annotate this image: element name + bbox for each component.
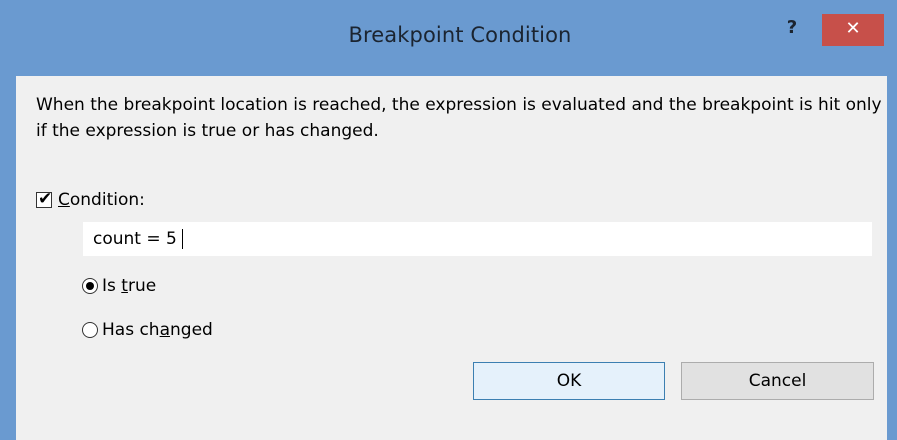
title-bar: Breakpoint Condition ? ✕: [0, 0, 897, 84]
close-button[interactable]: ✕: [822, 14, 884, 46]
has-changed-radio[interactable]: Has changed: [82, 319, 213, 341]
condition-label: Condition:: [58, 190, 145, 210]
condition-checkbox[interactable]: ✔ Condition:: [36, 189, 145, 211]
breakpoint-condition-dialog: Breakpoint Condition ? ✕ When the breakp…: [0, 0, 897, 440]
checkbox-box[interactable]: ✔: [36, 189, 53, 209]
close-icon: ✕: [845, 18, 861, 39]
help-button[interactable]: ?: [781, 18, 803, 40]
radio-selected-icon[interactable]: [82, 278, 98, 294]
dialog-title: Breakpoint Condition: [348, 23, 572, 47]
dialog-body: When the breakpoint location is reached,…: [16, 76, 887, 440]
has-changed-label: Has changed: [102, 320, 213, 340]
is-true-label: Is true: [102, 276, 157, 296]
checkmark-icon: ✔: [38, 189, 53, 209]
ok-button[interactable]: OK: [473, 362, 665, 400]
is-true-radio[interactable]: Is true: [82, 275, 156, 297]
condition-expression-value: count = 5: [93, 229, 177, 249]
condition-expression-input[interactable]: count = 5: [83, 222, 872, 256]
description-text: When the breakpoint location is reached,…: [36, 95, 882, 141]
cancel-button[interactable]: Cancel: [681, 362, 874, 400]
text-caret: [181, 229, 183, 249]
radio-unselected-icon[interactable]: [82, 322, 98, 338]
